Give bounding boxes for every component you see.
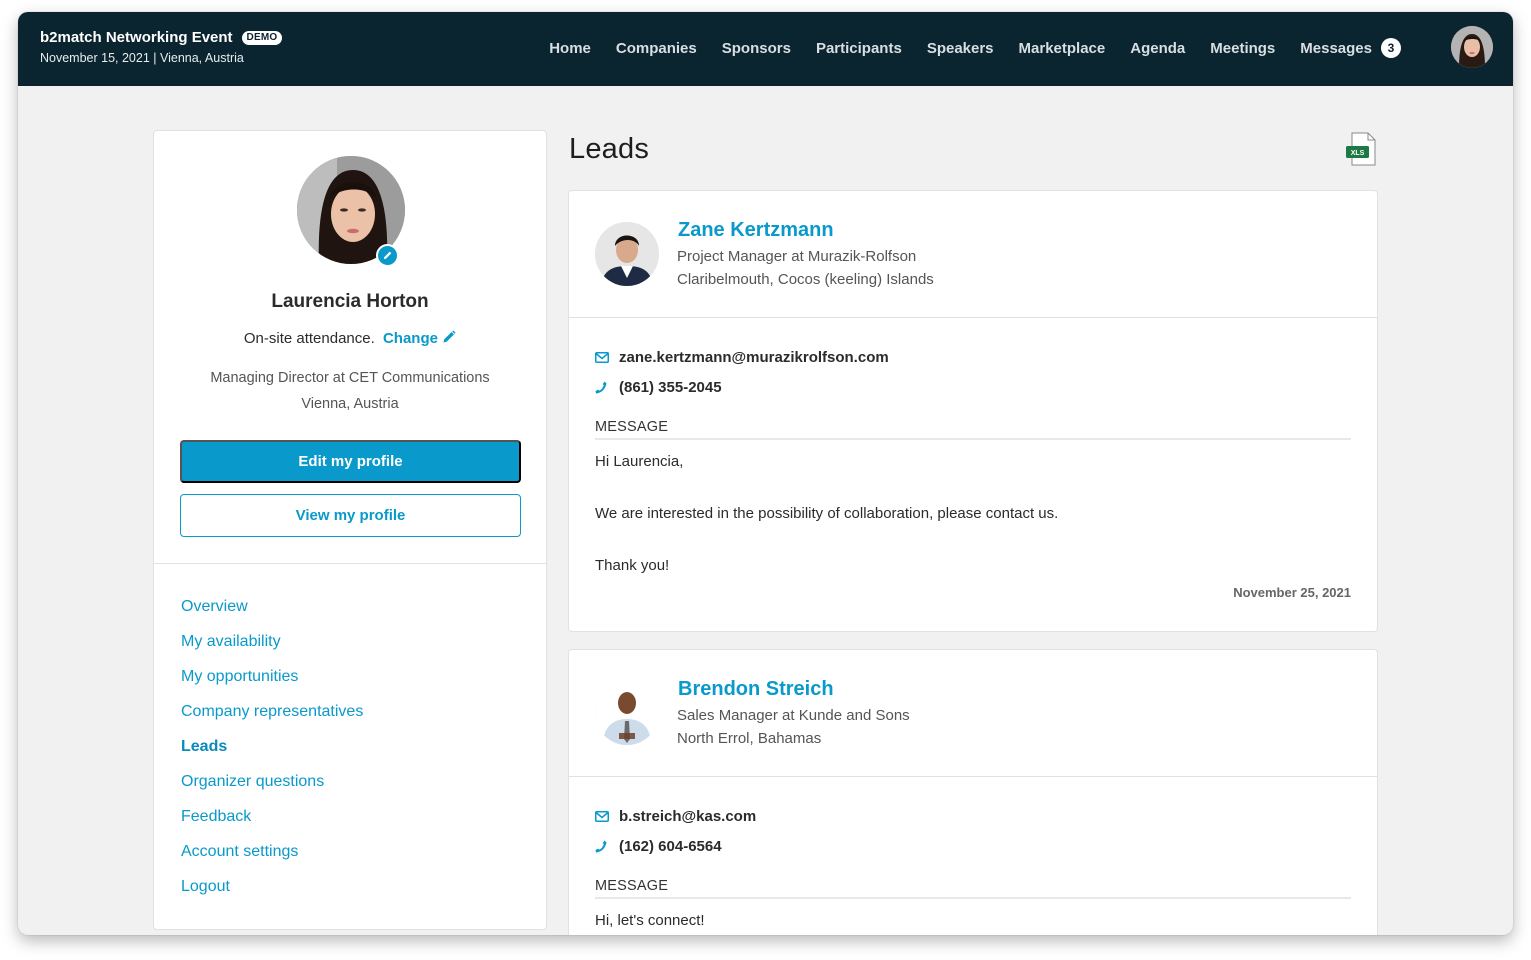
message-label: MESSAGE [595,419,1351,440]
nav-companies[interactable]: Companies [616,40,697,57]
lead-photo [595,222,659,286]
profile-role: Managing Director at CET Communications [210,370,490,386]
nav-meetings[interactable]: Meetings [1210,40,1275,57]
event-date-location: November 15, 2021 | Vienna, Austria [40,51,244,65]
lead-phone-text: (861) 355-2045 [619,378,722,396]
nav-messages[interactable]: Messages 3 [1300,38,1401,58]
message-line: Hi Laurencia, [595,453,684,470]
browser-window: b2match Networking Event DEMO November 1… [18,12,1513,935]
envelope-icon [595,351,609,363]
profile-sidebar: Laurencia Horton On-site attendance. Cha… [153,130,547,930]
message-line: Hi, let's connect! [595,912,705,929]
sidebar-menu: Overview My availability My opportunitie… [181,595,363,910]
nav-messages-label: Messages [1300,39,1372,57]
lead-email[interactable]: zane.kertzmann@murazikrolfson.com [595,342,1351,372]
message-date: November 25, 2021 [1233,585,1351,600]
message-text: Hi, let's connect! [595,908,1351,934]
envelope-icon [595,810,609,822]
xls-label: XLS [1351,150,1365,157]
attendance-text: On-site attendance. [243,330,375,347]
edit-profile-button[interactable]: Edit my profile [180,440,521,483]
lead-photo [595,681,659,745]
view-profile-button[interactable]: View my profile [180,494,521,537]
lead-avatar[interactable] [595,222,659,286]
nav-sponsors[interactable]: Sponsors [722,40,791,57]
event-title: b2match Networking Event [40,29,233,46]
lead-body: b.streich@kas.com (162) 604-6564 MESSAGE… [569,777,1377,934]
user-avatar-image [1451,26,1493,68]
lead-role: Project Manager at Murazik-Rolfson [677,248,917,265]
lead-name-link[interactable]: Brendon Streich [678,678,834,701]
lead-name-link[interactable]: Zane Kertzmann [678,219,834,242]
profile-location: Vienna, Austria [301,396,399,412]
edit-avatar-button[interactable] [376,244,399,267]
message-line: We are interested in the possibility of … [595,505,1059,522]
phone-icon [595,840,607,852]
lead-phone-text: (162) 604-6564 [619,837,722,855]
nav-participants[interactable]: Participants [816,40,902,57]
lead-role: Sales Manager at Kunde and Sons [677,707,910,724]
change-attendance-link[interactable]: Change [383,330,456,347]
top-navbar: b2match Networking Event DEMO November 1… [18,12,1513,86]
sidebar-item-company-representatives[interactable]: Company representatives [181,700,363,735]
lead-avatar[interactable] [595,681,659,745]
nav-marketplace[interactable]: Marketplace [1019,40,1106,57]
lead-location: North Errol, Bahamas [677,730,822,747]
sidebar-divider [154,563,546,564]
change-attendance-label: Change [382,330,438,347]
profile-name: Laurencia Horton [271,291,429,312]
xls-file-icon: XLS [1346,132,1376,166]
phone-icon [595,381,607,393]
lead-header: Brendon Streich Sales Manager at Kunde a… [569,650,1377,777]
pencil-icon [443,330,456,343]
demo-badge: DEMO [241,30,283,45]
sidebar-item-organizer-questions[interactable]: Organizer questions [181,770,363,805]
attendance-status: On-site attendance. Change [154,330,546,347]
messages-count-badge: 3 [1381,38,1401,58]
profile-role-location: Managing Director at CET Communications … [154,365,546,417]
pencil-icon [383,251,392,260]
nav-speakers[interactable]: Speakers [927,40,994,57]
sidebar-item-logout[interactable]: Logout [181,875,363,910]
sidebar-item-overview[interactable]: Overview [181,595,363,630]
lead-header: Zane Kertzmann Project Manager at Murazi… [569,191,1377,318]
lead-phone[interactable]: (861) 355-2045 [595,372,1351,402]
lead-email-text: zane.kertzmann@murazikrolfson.com [619,348,889,366]
page-title: Leads [569,133,650,165]
main-nav: Home Companies Sponsors Participants Spe… [524,38,1401,58]
lead-email[interactable]: b.streich@kas.com [595,801,1351,831]
sidebar-item-feedback[interactable]: Feedback [181,805,363,840]
lead-card: Zane Kertzmann Project Manager at Murazi… [568,190,1378,632]
lead-phone[interactable]: (162) 604-6564 [595,831,1351,861]
message-text: Hi Laurencia, We are interested in the p… [595,449,1351,579]
sidebar-item-my-opportunities[interactable]: My opportunities [181,665,363,700]
sidebar-item-leads[interactable]: Leads [181,735,363,770]
export-xls-button[interactable]: XLS [1344,131,1380,167]
message-line: Thank you! [595,557,670,574]
message-label: MESSAGE [595,878,1351,899]
event-brand[interactable]: b2match Networking Event DEMO November 1… [40,29,283,65]
lead-email-text: b.streich@kas.com [619,807,757,825]
nav-agenda[interactable]: Agenda [1130,40,1185,57]
lead-location: Claribelmouth, Cocos (keeling) Islands [677,271,934,288]
sidebar-item-my-availability[interactable]: My availability [181,630,363,665]
lead-card: Brendon Streich Sales Manager at Kunde a… [568,649,1378,935]
lead-body: zane.kertzmann@murazikrolfson.com (861) … [569,318,1377,600]
nav-home[interactable]: Home [549,40,591,57]
sidebar-item-account-settings[interactable]: Account settings [181,840,363,875]
user-avatar[interactable] [1451,26,1493,68]
